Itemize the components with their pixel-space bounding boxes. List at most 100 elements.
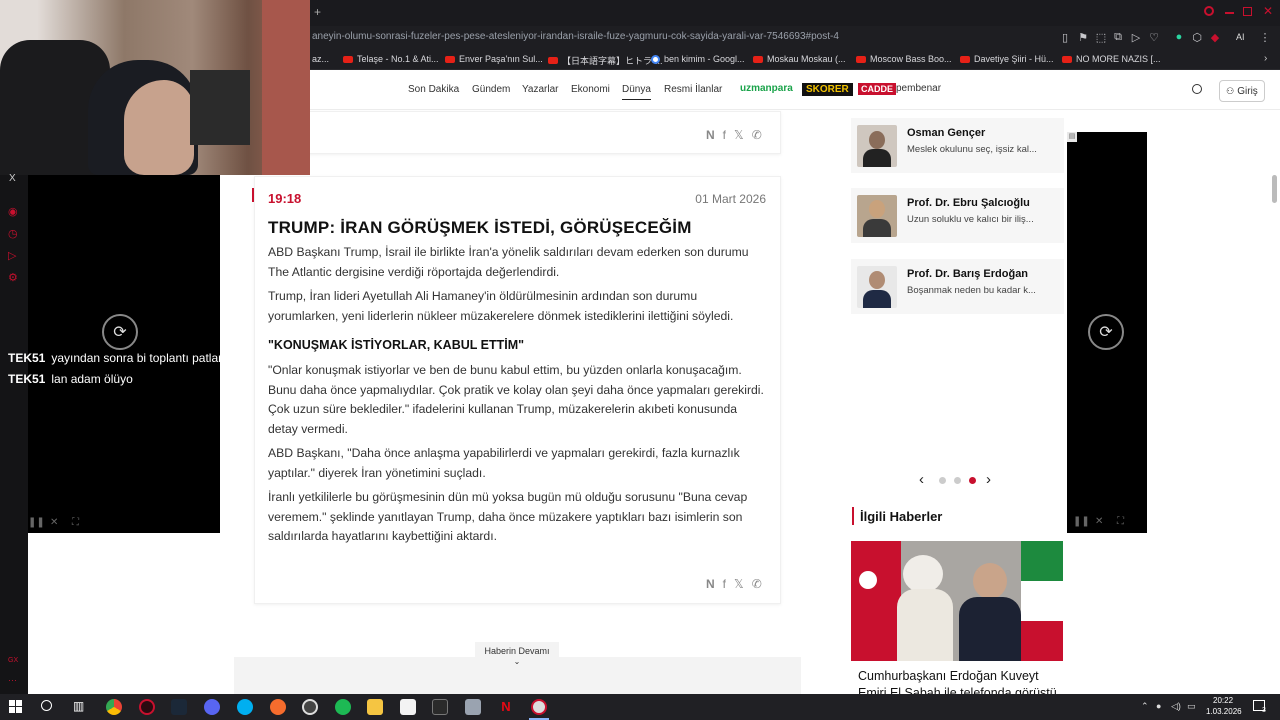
facebook-icon[interactable]: f xyxy=(723,577,726,591)
fullscreen-icon[interactable]: ⛶ xyxy=(72,517,79,528)
carousel-prev-icon[interactable]: ‹ xyxy=(919,471,924,488)
carousel-dot-active[interactable] xyxy=(969,477,976,484)
bookmark-item[interactable]: Moscow Bass Boo... xyxy=(856,54,952,64)
bookmark-item[interactable]: Enver Paşa'nın Sul... xyxy=(445,54,543,64)
refresh-icon[interactable]: ⟳ xyxy=(102,314,138,350)
bookmark-item[interactable]: Telaşe - No.1 & Ati... xyxy=(343,54,439,64)
carousel-dot[interactable] xyxy=(954,477,961,484)
close-overlay-button[interactable]: X xyxy=(9,173,16,184)
url-text[interactable]: aneyin-olumu-sonrasi-fuzeler-pes-pese-at… xyxy=(312,31,839,42)
skorer-logo[interactable]: SKORER xyxy=(802,83,853,96)
close-window-icon[interactable]: ✕ xyxy=(1263,4,1273,18)
bookmark-item[interactable]: az... xyxy=(312,54,329,64)
steam-icon[interactable] xyxy=(171,699,187,715)
author-card[interactable]: Prof. Dr. Ebru Şalcıoğlu Uzun soluklu ve… xyxy=(851,188,1064,243)
login-button[interactable]: ⚇ Giriş xyxy=(1219,80,1265,102)
bookmark-item[interactable]: NO MORE NAZIS [... xyxy=(1062,54,1161,64)
ad-info-icon[interactable]: ▤ xyxy=(1067,132,1077,142)
chat-username: TEK51 xyxy=(8,372,46,386)
bookmark-item[interactable]: ben kimim - Googl... xyxy=(651,54,745,64)
obs-icon[interactable] xyxy=(302,699,318,715)
author-card[interactable]: Osman Gençer Meslek okulunu seç, işsiz k… xyxy=(851,118,1064,173)
uzmanpara-logo[interactable]: uzmanpara xyxy=(740,83,793,94)
chrome-icon[interactable] xyxy=(106,699,122,715)
bookmark-item[interactable]: Davetiye Şiiri - Hü... xyxy=(960,54,1054,64)
epic-games-icon[interactable] xyxy=(432,699,448,715)
tray-overflow-icon[interactable]: ⌃ xyxy=(1141,701,1149,712)
sidebar-icon[interactable]: ▯ xyxy=(1058,31,1072,44)
volume-icon[interactable]: ◁) xyxy=(1171,701,1181,712)
search-icon[interactable] xyxy=(41,700,52,711)
maximize-icon[interactable] xyxy=(1243,7,1252,16)
pause-icon[interactable]: ❚❚ xyxy=(1073,516,1090,527)
tab-icon[interactable]: ⧉ xyxy=(1111,31,1125,44)
task-view-icon[interactable]: ▥ xyxy=(73,699,84,713)
google-icon xyxy=(651,54,660,64)
nav-yazarlar[interactable]: Yazarlar xyxy=(522,84,559,95)
extensions-icon[interactable]: ⬡ xyxy=(1190,31,1204,44)
bookmarks-overflow-icon[interactable]: › xyxy=(1264,53,1267,64)
carousel-dot[interactable] xyxy=(939,477,946,484)
author-photo xyxy=(857,195,897,237)
whatsapp-icon[interactable]: ✆ xyxy=(752,128,762,142)
author-card[interactable]: Prof. Dr. Barış Erdoğan Boşanmak neden b… xyxy=(851,259,1064,314)
skype-icon[interactable] xyxy=(237,699,253,715)
pembenar-logo[interactable]: pembenar xyxy=(896,83,941,94)
netflix-icon[interactable]: N xyxy=(498,699,514,715)
clock-date[interactable]: 1.03.2026 xyxy=(1206,707,1242,716)
disk-icon[interactable] xyxy=(465,699,481,715)
mute-icon[interactable]: ✕ xyxy=(50,517,58,528)
media-icon[interactable]: ▷ xyxy=(8,249,16,262)
play-icon[interactable]: ▷ xyxy=(1129,31,1143,44)
facebook-icon[interactable]: f xyxy=(723,128,726,142)
mute-icon[interactable]: ✕ xyxy=(1095,516,1103,527)
x-icon[interactable]: 𝕏 xyxy=(734,128,744,142)
app-icon[interactable] xyxy=(531,699,547,715)
bookmark-icon[interactable]: ⚑ xyxy=(1076,31,1090,44)
more-icon[interactable]: ··· xyxy=(8,675,17,685)
video-ad-panel[interactable]: ⟳ ❚❚ ✕ ⛶ xyxy=(1067,132,1147,533)
carousel-next-icon[interactable]: › xyxy=(986,471,991,488)
screenshot-icon[interactable]: ⬚ xyxy=(1094,31,1108,44)
vpn-icon[interactable]: ● xyxy=(1172,31,1186,43)
whatsapp-icon[interactable]: ✆ xyxy=(752,577,762,591)
news-icon[interactable]: N xyxy=(706,128,715,142)
record-icon[interactable]: ◉ xyxy=(8,205,18,218)
search-icon[interactable] xyxy=(1204,6,1214,16)
ai-button[interactable]: AI xyxy=(1236,32,1245,42)
related-news-image[interactable] xyxy=(851,541,1063,661)
news-icon[interactable]: N xyxy=(706,577,715,591)
network-icon[interactable]: ▭ xyxy=(1187,701,1196,712)
opera-gx-icon[interactable] xyxy=(139,699,155,715)
clock-icon[interactable]: ◷ xyxy=(8,227,18,240)
file-explorer-icon[interactable] xyxy=(367,699,383,715)
x-icon[interactable]: 𝕏 xyxy=(734,577,744,591)
start-icon[interactable] xyxy=(9,700,22,713)
spotify-icon[interactable] xyxy=(335,699,351,715)
pause-icon[interactable]: ❚❚ xyxy=(28,517,45,528)
microphone-icon[interactable]: ● xyxy=(1156,701,1161,711)
new-tab-button[interactable]: + xyxy=(314,5,321,19)
origin-icon[interactable] xyxy=(270,699,286,715)
menu-icon[interactable]: ⋮ xyxy=(1258,31,1272,44)
clock-time[interactable]: 20:22 xyxy=(1213,696,1233,705)
wallet-icon[interactable]: ◆ xyxy=(1208,31,1222,44)
settings-icon[interactable]: ⚙ xyxy=(8,271,18,284)
nav-ekonomi[interactable]: Ekonomi xyxy=(571,84,610,95)
scrollbar-thumb[interactable] xyxy=(1272,175,1277,203)
nav-resmi-ilanlar[interactable]: Resmi İlanlar xyxy=(664,84,722,95)
nav-dunya[interactable]: Dünya xyxy=(622,84,651,100)
nav-son-dakika[interactable]: Son Dakika xyxy=(408,84,459,95)
discord-icon[interactable] xyxy=(204,699,220,715)
cadde-logo[interactable]: CADDE xyxy=(858,83,897,95)
minimize-icon[interactable] xyxy=(1225,12,1234,14)
store-icon[interactable] xyxy=(400,699,416,715)
bookmark-item[interactable]: 【日本語字幕】ヒトラ-... xyxy=(548,54,663,67)
nav-gundem[interactable]: Gündem xyxy=(472,84,510,95)
refresh-icon[interactable]: ⟳ xyxy=(1088,314,1124,350)
fullscreen-icon[interactable]: ⛶ xyxy=(1117,516,1124,527)
bookmark-item[interactable]: Moskau Moskau (... xyxy=(753,54,846,64)
continue-reading-button[interactable]: Haberin Devamı ⌄ xyxy=(475,642,559,666)
search-icon[interactable] xyxy=(1192,84,1202,94)
heart-icon[interactable]: ♡ xyxy=(1147,31,1161,44)
